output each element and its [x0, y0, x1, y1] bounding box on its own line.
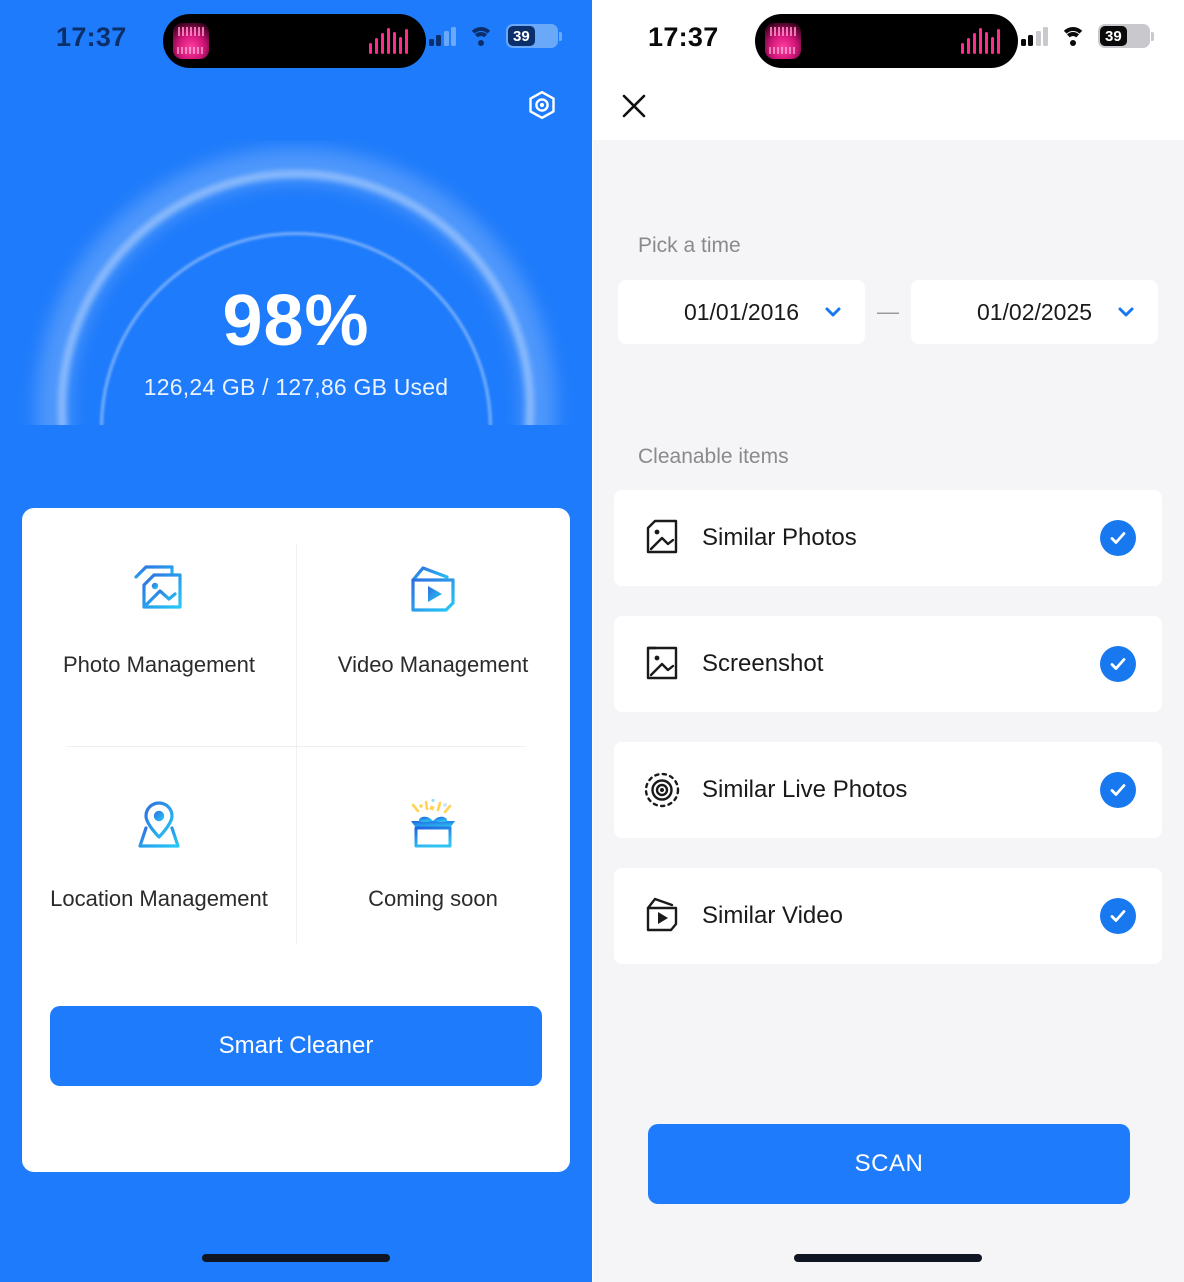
status-bar-time: 17:37 [648, 22, 719, 52]
list-item-label: Similar Photos [702, 524, 857, 551]
list-item[interactable]: Similar Photos [614, 490, 1162, 586]
cleanable-items-label: Cleanable items [638, 445, 789, 468]
smart-cleaner-button[interactable]: Smart Cleaner [50, 1006, 542, 1086]
gift-box-icon [400, 788, 466, 864]
battery-icon: 39 [1098, 24, 1154, 48]
feature-photo-management[interactable]: Photo Management [22, 508, 296, 742]
music-app-icon [765, 23, 801, 59]
list-item[interactable]: Similar Live Photos [614, 742, 1162, 838]
wifi-icon [1060, 26, 1086, 46]
status-bar-indicators-left: 39 [428, 24, 562, 48]
storage-percent: 98% [222, 281, 370, 361]
chevron-down-icon [823, 302, 843, 322]
video-play-frame-icon [640, 894, 684, 938]
cleanable-items-list: Similar Photos Screenshot Similar Live P… [614, 490, 1162, 994]
battery-icon: 39 [506, 24, 562, 48]
date-range-separator: — [877, 299, 899, 324]
checkbox-checked-icon[interactable] [1100, 646, 1136, 682]
video-frame-icon [403, 554, 463, 630]
map-pin-icon [130, 788, 188, 864]
list-item[interactable]: Screenshot [614, 616, 1162, 712]
cellular-signal-icon [428, 26, 456, 46]
chevron-down-icon [1116, 302, 1136, 322]
list-item-label: Similar Video [702, 902, 843, 929]
feature-label: Location Management [50, 886, 268, 911]
screen-header-background [592, 78, 1184, 140]
pick-time-label: Pick a time [638, 234, 741, 257]
feature-video-management[interactable]: Video Management [296, 508, 570, 742]
dynamic-island [755, 14, 1018, 68]
panel-divider [592, 0, 593, 1282]
checkbox-checked-icon[interactable] [1100, 520, 1136, 556]
feature-location-management[interactable]: Location Management [22, 742, 296, 976]
storage-gauge: 98% 126,24 GB / 127,86 GB Used [0, 140, 592, 425]
status-bar-left: 17:37 39 [0, 0, 592, 78]
dual-screenshot-container: 17:37 39 98% 126,24 GB / 127,86 GB Used … [0, 0, 1184, 1282]
feature-card: Photo Management Video Management Locati… [22, 508, 570, 1172]
battery-level: 39 [1100, 26, 1127, 46]
feature-label: Photo Management [62, 652, 256, 677]
cellular-signal-icon [1020, 26, 1048, 46]
feature-label: Video Management [337, 652, 529, 677]
home-indicator [794, 1254, 982, 1262]
gear-icon[interactable] [520, 84, 564, 128]
feature-label: Coming soon [368, 886, 498, 911]
list-item-label: Screenshot [702, 650, 824, 677]
date-from-dropdown[interactable]: 01/01/2016 [618, 280, 865, 344]
date-to-dropdown[interactable]: 01/02/2025 [911, 280, 1158, 344]
date-to-value: 01/02/2025 [976, 298, 1093, 325]
live-photo-icon [640, 768, 684, 812]
date-from-value: 01/01/2016 [683, 298, 800, 325]
scan-setup-screen: 17:37 39 Pick a time 01/01/2016 — 01/02/… [592, 0, 1184, 1282]
status-bar-time: 17:37 [56, 22, 127, 52]
list-item-label: Similar Live Photos [702, 776, 908, 803]
screenshot-photo-icon [640, 642, 684, 686]
checkbox-checked-icon[interactable] [1100, 772, 1136, 808]
home-indicator [202, 1254, 390, 1262]
date-range-row: 01/01/2016 — 01/02/2025 [618, 280, 1158, 344]
battery-level: 39 [508, 26, 535, 46]
photo-stack-icon [128, 554, 190, 630]
home-screen: 17:37 39 98% 126,24 GB / 127,86 GB Used … [0, 0, 592, 1282]
list-item[interactable]: Similar Video [614, 868, 1162, 964]
status-bar-right: 17:37 39 [592, 0, 1184, 78]
wifi-icon [468, 26, 494, 46]
close-icon[interactable] [612, 84, 656, 128]
checkbox-checked-icon[interactable] [1100, 898, 1136, 934]
dynamic-island [163, 14, 426, 68]
status-bar-indicators-right: 39 [1020, 24, 1154, 48]
audio-bars-icon [960, 28, 1000, 54]
feature-horizontal-divider [66, 746, 526, 747]
feature-coming-soon[interactable]: Coming soon [296, 742, 570, 976]
feature-vertical-divider [296, 544, 297, 944]
storage-usage-text: 126,24 GB / 127,86 GB Used [143, 374, 449, 400]
music-app-icon [173, 23, 209, 59]
audio-bars-icon [368, 28, 408, 54]
scan-button[interactable]: SCAN [648, 1124, 1130, 1204]
photo-corner-fold-icon [640, 516, 684, 560]
